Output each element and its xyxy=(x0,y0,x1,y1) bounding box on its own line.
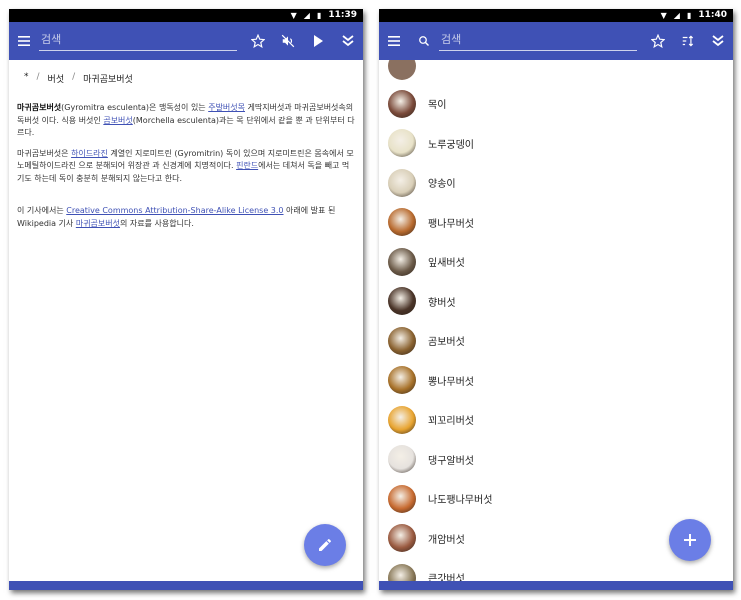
pencil-icon xyxy=(319,539,331,551)
list-item[interactable]: 나도팽나무버섯 xyxy=(379,479,733,519)
battery-icon: ▮ xyxy=(316,11,322,20)
search-input[interactable] xyxy=(39,29,237,51)
list-item-label: 꾀꼬리버섯 xyxy=(428,416,474,428)
mushroom-thumbnail xyxy=(388,563,416,581)
link-pezizales[interactable]: 주발버섯목 xyxy=(208,103,245,112)
status-time: 11:40 xyxy=(698,10,727,20)
list-item-label: 뽕나무버섯 xyxy=(428,376,474,388)
article-text: 이 기사에서는 xyxy=(17,206,67,215)
mushroom-thumbnail xyxy=(388,60,416,80)
mushroom-thumbnail xyxy=(388,484,416,513)
double-chevron-down-icon[interactable] xyxy=(703,22,733,60)
breadcrumb-root[interactable]: * xyxy=(24,72,29,85)
breadcrumb-item-current: 마귀곰보버섯 xyxy=(83,75,133,85)
toolbar xyxy=(379,22,733,60)
status-time: 11:39 xyxy=(328,10,357,20)
signal-icon: ◢ xyxy=(303,11,310,20)
mushroom-thumbnail xyxy=(388,326,416,355)
mushroom-thumbnail xyxy=(388,208,416,237)
link-hydrazine[interactable]: 하이드라진 xyxy=(71,149,108,158)
list-item-label: 잎새버섯 xyxy=(428,258,465,270)
list-item-label: 팽나무버섯 xyxy=(428,218,474,230)
article-text: (Gyromitra esculenta)은 맹독성이 있는 xyxy=(61,103,209,112)
article-paragraph: 마귀곰보버섯(Gyromitra esculenta)은 맹독성이 있는 주발버… xyxy=(17,102,355,140)
license-notice: 이 기사에서는 Creative Commons Attribution-Sha… xyxy=(17,205,355,230)
mushroom-thumbnail xyxy=(388,247,416,276)
mushroom-thumbnail xyxy=(388,168,416,197)
list-item-label: 노루궁뎅이 xyxy=(428,139,474,151)
star-outline-icon[interactable] xyxy=(243,22,273,60)
breadcrumb-item-mushroom[interactable]: 버섯 xyxy=(48,72,65,85)
volume-off-icon[interactable] xyxy=(273,22,303,60)
mushroom-list-screen: ▼ ◢ ▮ 11:40 목이노루궁뎅이양송이팽나무버섯잎새버섯향버섯곰보버섯뽕나… xyxy=(379,9,733,590)
list-item[interactable]: 뽕나무버섯 xyxy=(379,361,733,401)
bottom-bar xyxy=(379,581,733,590)
search-box[interactable] xyxy=(39,29,237,53)
list-item[interactable]: 댕구알버섯 xyxy=(379,440,733,480)
toolbar xyxy=(9,22,363,60)
article-screen: ▼ ◢ ▮ 11:39 * / 버섯 / 마귀곰보버섯 xyxy=(9,9,363,590)
search-input[interactable] xyxy=(439,29,637,51)
status-bar: ▼ ◢ ▮ 11:40 xyxy=(379,9,733,22)
list-item-label: 양송이 xyxy=(428,179,456,191)
mushroom-thumbnail xyxy=(388,129,416,158)
star-outline-icon[interactable] xyxy=(643,22,673,60)
list-item[interactable]: 양송이 xyxy=(379,163,733,203)
breadcrumb-separator: / xyxy=(72,72,76,82)
list-item[interactable]: 노루궁뎅이 xyxy=(379,124,733,164)
list-item-label: 나도팽나무버섯 xyxy=(428,495,493,507)
list-item[interactable]: 향버섯 xyxy=(379,282,733,322)
play-icon[interactable] xyxy=(303,22,333,60)
list-item-label: 향버섯 xyxy=(428,297,456,309)
list-item[interactable]: 큰갓버섯 xyxy=(379,558,733,581)
mushroom-thumbnail xyxy=(388,405,416,434)
list-item-partial[interactable] xyxy=(379,60,733,86)
double-chevron-down-icon[interactable] xyxy=(333,22,363,60)
list-item[interactable]: 목이 xyxy=(379,84,733,124)
mushroom-thumbnail xyxy=(388,366,416,395)
list-item[interactable]: 꾀꼬리버섯 xyxy=(379,400,733,440)
bottom-bar xyxy=(9,581,363,590)
article-text: 의 자료를 사용합니다. xyxy=(120,218,194,228)
wifi-icon: ▼ xyxy=(290,11,297,20)
list-item-label: 곰보버섯 xyxy=(428,337,465,349)
menu-icon[interactable] xyxy=(379,22,409,60)
link-finland[interactable]: 핀란드 xyxy=(236,161,258,170)
list-item-label: 댕구알버섯 xyxy=(428,455,474,467)
list-item-label: 목이 xyxy=(428,100,447,112)
breadcrumb-separator: / xyxy=(36,72,40,82)
sort-icon[interactable] xyxy=(673,22,703,60)
status-bar: ▼ ◢ ▮ 11:39 xyxy=(9,9,363,22)
add-button[interactable] xyxy=(669,519,711,561)
signal-icon: ◢ xyxy=(673,11,680,20)
wifi-icon: ▼ xyxy=(660,11,667,20)
mushroom-thumbnail xyxy=(388,89,416,118)
link-morel[interactable]: 곰보버섯 xyxy=(103,116,132,125)
article-body: 마귀곰보버섯(Gyromitra esculenta)은 맹독성이 있는 주발버… xyxy=(17,102,355,238)
article-text: 마귀곰보버섯은 xyxy=(17,148,72,158)
list-item-label: 개암버섯 xyxy=(428,534,465,546)
plus-icon xyxy=(684,534,696,546)
mushroom-thumbnail xyxy=(388,445,416,474)
edit-button[interactable] xyxy=(304,524,346,566)
battery-icon: ▮ xyxy=(686,11,692,20)
article-title-term: 마귀곰보버섯 xyxy=(17,103,62,112)
article-paragraph: 마귀곰보버섯은 하이드라진 계열인 지로미트린 (Gyromitrin) 독이 … xyxy=(17,148,355,186)
mushroom-list: 목이노루궁뎅이양송이팽나무버섯잎새버섯향버섯곰보버섯뽕나무버섯꾀꼬리버섯댕구알버… xyxy=(379,60,733,581)
list-item-label: 큰갓버섯 xyxy=(428,574,465,581)
list-item[interactable]: 잎새버섯 xyxy=(379,242,733,282)
breadcrumb: * / 버섯 / 마귀곰보버섯 xyxy=(24,72,133,85)
mushroom-thumbnail xyxy=(388,524,416,553)
link-wikipedia-source[interactable]: 마귀곰보버섯 xyxy=(76,219,120,228)
list-item[interactable]: 곰보버섯 xyxy=(379,321,733,361)
search-box[interactable] xyxy=(439,29,637,53)
menu-icon[interactable] xyxy=(9,22,39,60)
mushroom-thumbnail xyxy=(388,287,416,316)
article-content: * / 버섯 / 마귀곰보버섯 마귀곰보버섯(Gyromitra esculen… xyxy=(9,60,363,581)
list-item[interactable]: 팽나무버섯 xyxy=(379,203,733,243)
link-license[interactable]: Creative Commons Attribution-Share-Alike… xyxy=(66,206,283,215)
search-icon[interactable] xyxy=(409,22,439,60)
